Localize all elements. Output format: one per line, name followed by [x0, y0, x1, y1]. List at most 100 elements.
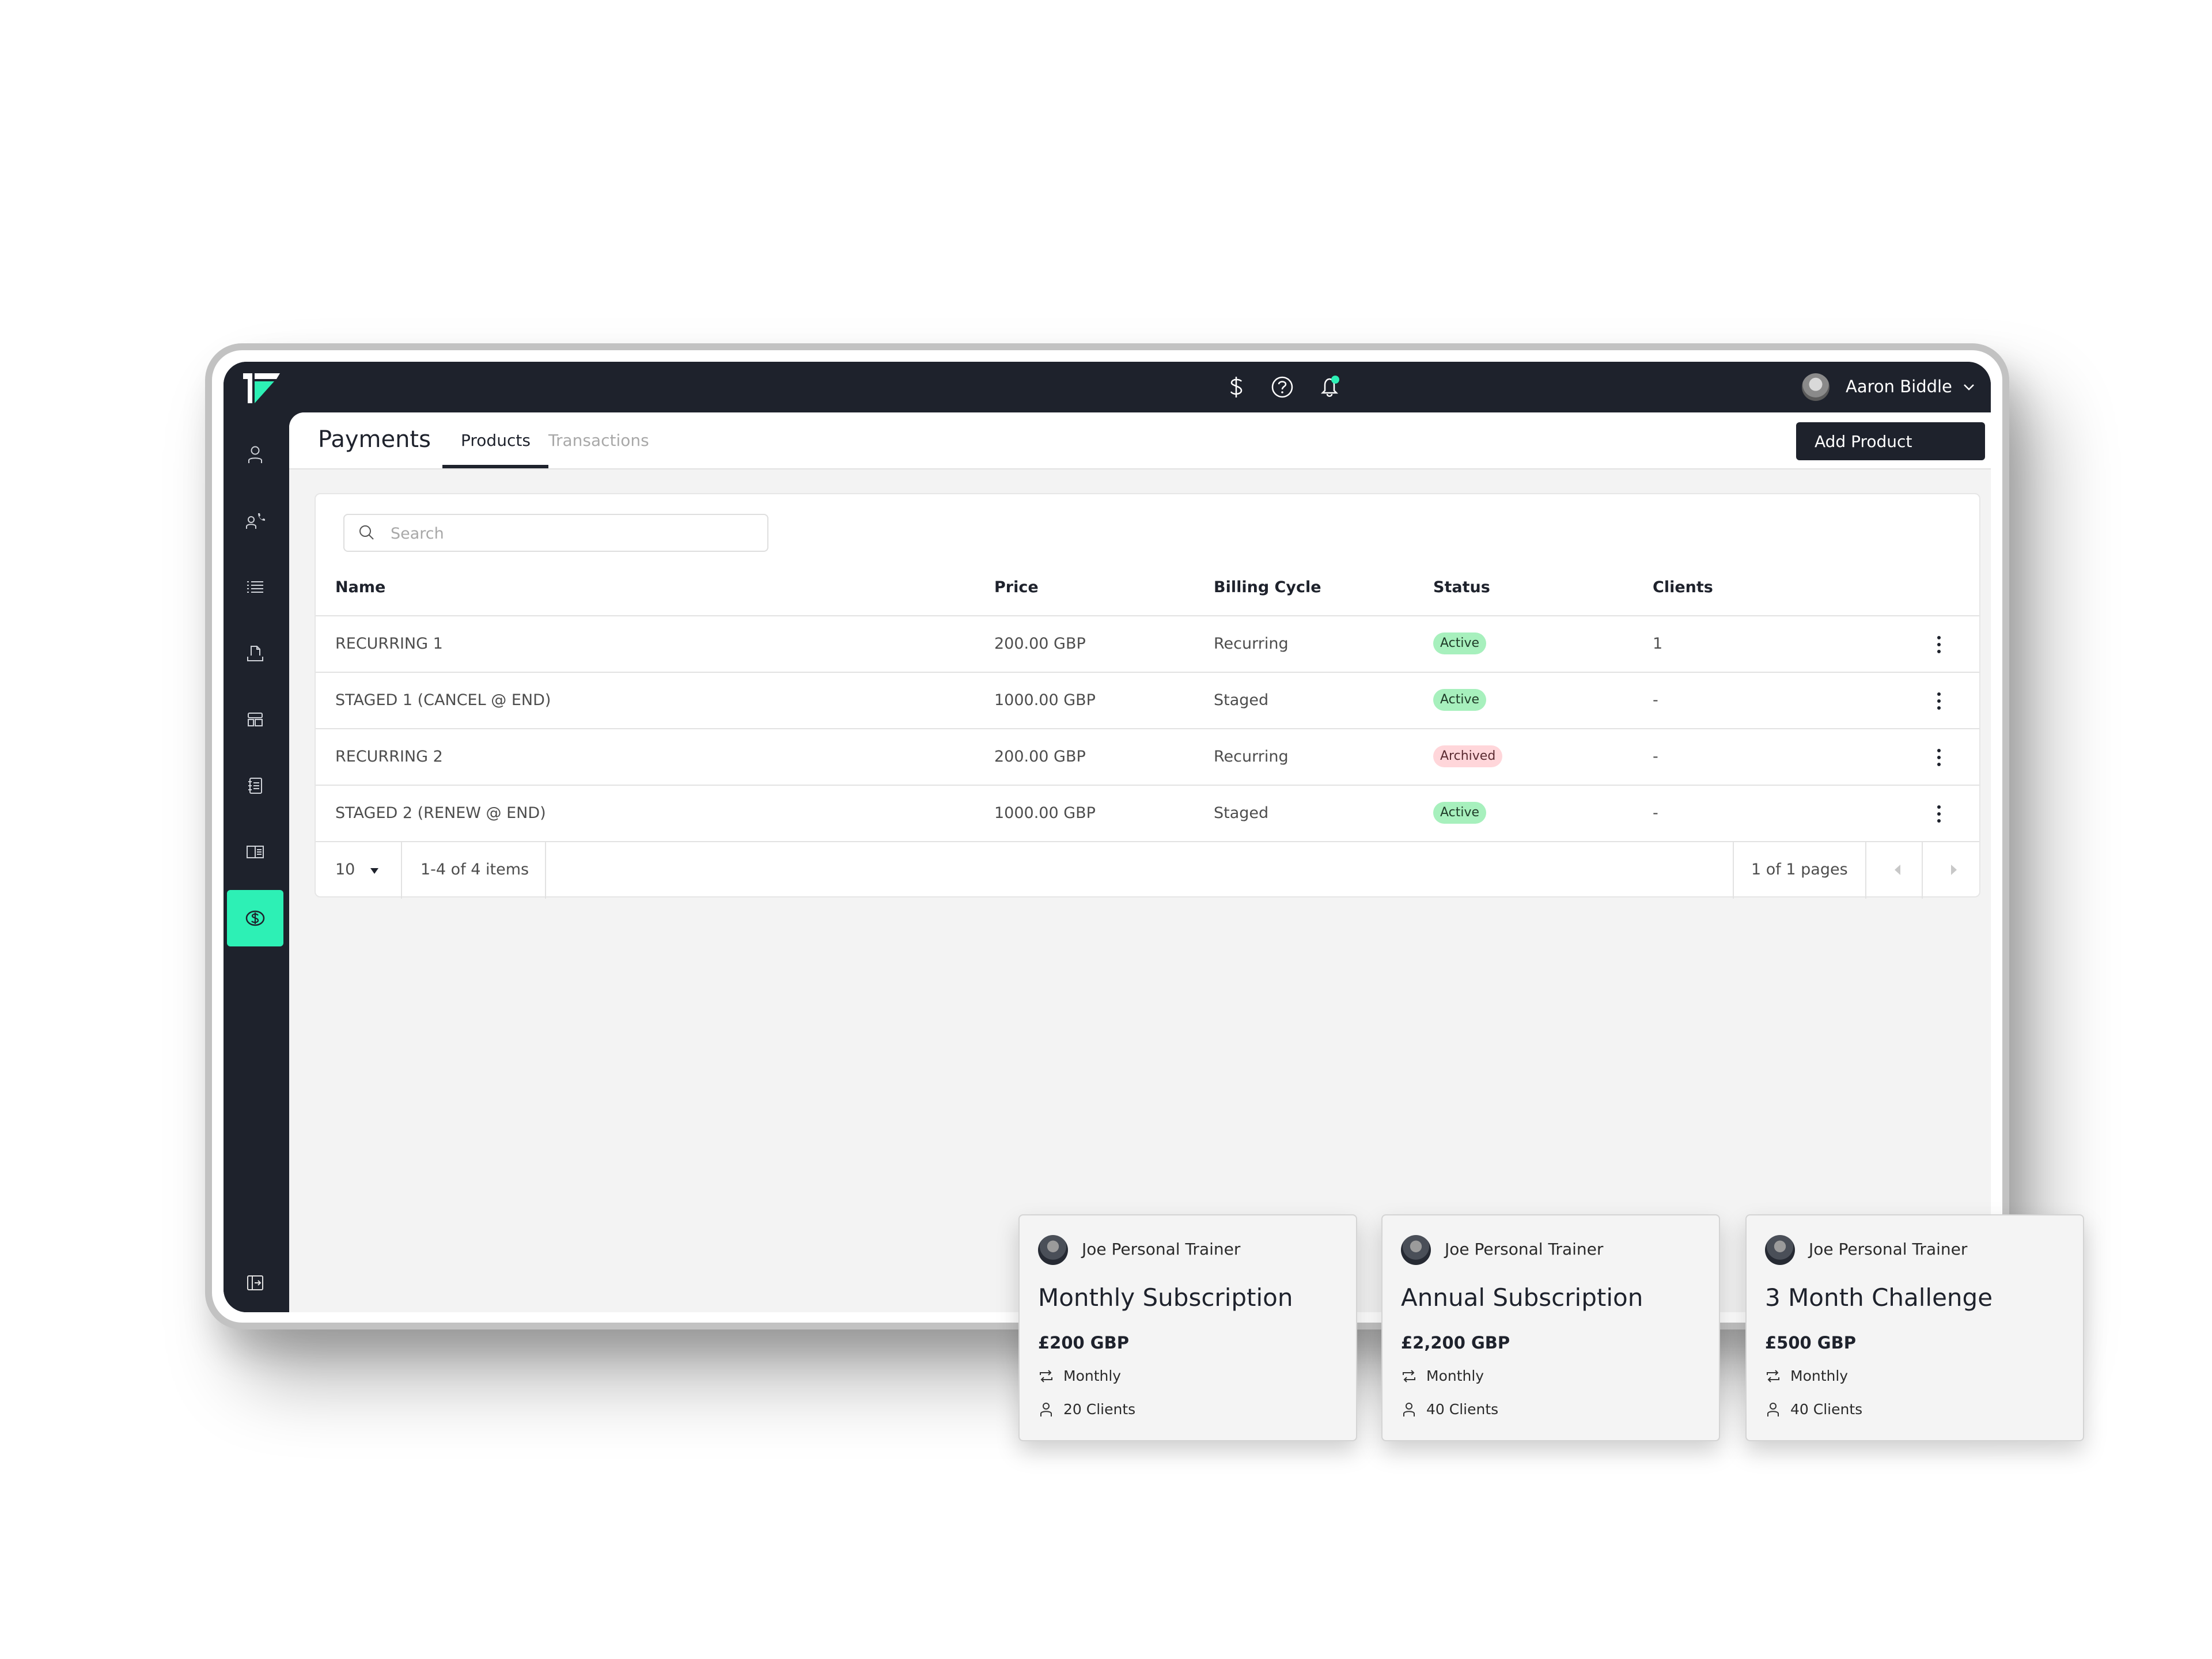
sidebar-item-documents[interactable]	[227, 625, 283, 681]
cell-name: RECURRING 1	[335, 635, 443, 653]
sidebar-item-payments[interactable]	[227, 890, 283, 946]
table-row[interactable]: RECURRING 1 200.00 GBP Recurring Active …	[316, 615, 1979, 672]
clients-count-text: 40 Clients	[1426, 1401, 1499, 1418]
cell-price: 1000.00 GBP	[994, 804, 1096, 822]
sidebar-item-notes[interactable]	[227, 757, 283, 814]
status-badge: Archived	[1433, 745, 1503, 767]
sidebar-collapse-button[interactable]	[227, 1255, 283, 1311]
sidebar-item-leads[interactable]	[227, 493, 283, 549]
repeat-icon	[1040, 1369, 1052, 1382]
sidebar-item-clients[interactable]	[227, 426, 283, 483]
column-header-price[interactable]: Price	[994, 578, 1039, 596]
table-row[interactable]: STAGED 2 (RENEW @ END) 1000.00 GBP Stage…	[316, 785, 1979, 841]
previous-page-icon[interactable]	[1894, 864, 1901, 876]
clients-count-text: 40 Clients	[1790, 1401, 1863, 1418]
search-field[interactable]	[343, 514, 768, 552]
user-icon	[1040, 1402, 1052, 1416]
product-title: Monthly Subscription	[1038, 1283, 1293, 1312]
cell-billing-cycle: Recurring	[1214, 748, 1289, 766]
status-badge: Active	[1433, 632, 1487, 654]
product-card[interactable]: Joe Personal Trainer Annual Subscription…	[1381, 1214, 1720, 1441]
billing-cycle-meta: Monthly	[1401, 1368, 1484, 1384]
column-header-status[interactable]: Status	[1433, 578, 1490, 596]
app-window: Aaron Biddle Payments Products Transacti…	[224, 362, 1991, 1312]
user-icon	[1767, 1402, 1779, 1416]
product-price: £2,200 GBP	[1401, 1333, 1510, 1353]
bell-icon	[1320, 376, 1339, 397]
cell-clients: -	[1653, 804, 1658, 822]
row-actions-menu-icon[interactable]	[1933, 690, 1945, 712]
products-table-card: Name Price Billing Cycle Status Clients …	[315, 493, 1980, 899]
billing-cycle-meta: Monthly	[1765, 1368, 1848, 1384]
sidebar-item-library[interactable]	[227, 824, 283, 880]
app-logo	[243, 373, 280, 403]
billing-dollar-button[interactable]	[1224, 374, 1249, 400]
row-actions-menu-icon[interactable]	[1933, 747, 1945, 768]
trainer-avatar	[1038, 1235, 1068, 1265]
main-content: Payments Products Transactions Add Produ…	[289, 412, 1991, 1312]
notifications-button[interactable]	[1317, 374, 1342, 400]
table-row[interactable]: STAGED 1 (CANCEL @ END) 1000.00 GBP Stag…	[316, 672, 1979, 728]
user-avatar[interactable]	[1802, 373, 1830, 401]
notebook-icon	[248, 778, 262, 794]
user-icon	[248, 446, 262, 463]
pager-divider	[1733, 842, 1734, 899]
add-product-button[interactable]: Add Product	[1796, 422, 1985, 460]
product-card[interactable]: Joe Personal Trainer Monthly Subscriptio…	[1018, 1214, 1357, 1441]
product-price: £500 GBP	[1765, 1333, 1856, 1353]
user-name[interactable]: Aaron Biddle	[1846, 377, 1952, 396]
product-title: 3 Month Challenge	[1765, 1283, 1993, 1312]
repeat-icon	[1767, 1369, 1779, 1382]
clients-meta: 40 Clients	[1401, 1401, 1498, 1418]
search-icon	[359, 525, 374, 540]
table-row[interactable]: RECURRING 2 200.00 GBP Recurring Archive…	[316, 728, 1979, 785]
cell-price: 200.00 GBP	[994, 748, 1086, 766]
product-price: £200 GBP	[1038, 1333, 1129, 1353]
cell-clients: 1	[1653, 635, 1663, 653]
list-icon	[247, 581, 263, 593]
billing-cycle-meta: Monthly	[1038, 1368, 1121, 1384]
cell-price: 1000.00 GBP	[994, 691, 1096, 709]
pagination-bar: 10 1-4 of 4 items 1 of 1 pages	[316, 841, 1979, 899]
status-badge: Active	[1433, 802, 1487, 824]
sidebar-item-programs[interactable]	[227, 559, 283, 615]
page-title: Payments	[318, 426, 431, 453]
pager-divider	[1922, 842, 1923, 899]
cell-billing-cycle: Staged	[1214, 804, 1269, 822]
page-count-text: 1 of 1 pages	[1751, 861, 1848, 878]
repeat-icon	[1403, 1369, 1415, 1382]
row-actions-menu-icon[interactable]	[1933, 634, 1945, 656]
column-header-clients[interactable]: Clients	[1653, 578, 1713, 596]
pager-divider	[401, 842, 402, 899]
cell-clients: -	[1653, 748, 1658, 766]
items-range-text: 1-4 of 4 items	[421, 861, 529, 878]
book-open-icon	[247, 846, 264, 858]
currency-icon	[245, 910, 265, 926]
trainer-name: Joe Personal Trainer	[1445, 1240, 1604, 1259]
next-page-icon[interactable]	[1950, 864, 1957, 876]
cell-price: 200.00 GBP	[994, 635, 1086, 653]
page-size-select[interactable]: 10	[335, 861, 355, 878]
billing-cycle-text: Monthly	[1426, 1368, 1484, 1384]
caret-down-icon[interactable]	[370, 868, 379, 874]
top-bar: Aaron Biddle	[224, 362, 1991, 412]
chevron-down-icon[interactable]	[1961, 379, 1977, 395]
sidebar-item-templates[interactable]	[227, 691, 283, 748]
row-actions-menu-icon[interactable]	[1933, 803, 1945, 825]
notification-dot	[1331, 376, 1339, 384]
search-input[interactable]	[389, 520, 749, 547]
pager-divider	[545, 842, 546, 899]
page-header: Payments Products Transactions Add Produ…	[289, 412, 1991, 469]
document-tray-icon	[247, 646, 263, 661]
tab-transactions[interactable]: Transactions	[548, 431, 649, 450]
billing-cycle-text: Monthly	[1063, 1368, 1122, 1384]
billing-cycle-text: Monthly	[1790, 1368, 1849, 1384]
column-header-name[interactable]: Name	[335, 578, 385, 596]
help-button[interactable]	[1270, 374, 1295, 400]
column-header-billing-cycle[interactable]: Billing Cycle	[1214, 578, 1321, 596]
product-card[interactable]: Joe Personal Trainer 3 Month Challenge £…	[1745, 1214, 2084, 1441]
tab-products[interactable]: Products	[461, 431, 531, 450]
cell-name: STAGED 2 (RENEW @ END)	[335, 804, 546, 822]
sidebar	[224, 412, 289, 1312]
cell-billing-cycle: Staged	[1214, 691, 1269, 709]
